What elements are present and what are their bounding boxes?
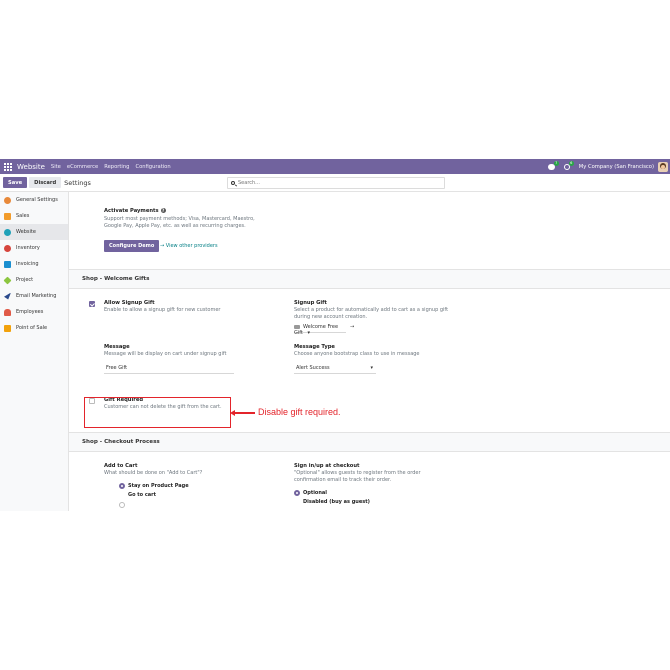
configure-demo-button[interactable]: Configure Demo [104, 240, 160, 252]
activity-clock-icon[interactable]: 6 [563, 160, 574, 170]
top-navbar: Website Site eCommerce Reporting Configu… [0, 159, 670, 174]
activity-badge: 6 [568, 160, 574, 166]
optional-radio[interactable] [294, 490, 300, 496]
app-brand[interactable]: Website [17, 163, 45, 171]
sidebar-item-label: Invoicing [16, 261, 39, 267]
sidebar-item-invoicing[interactable]: Invoicing [0, 256, 68, 272]
view-other-providers-link[interactable]: → View other providers [160, 243, 218, 249]
website-icon [4, 228, 11, 236]
sidebar-item-employees[interactable]: Employees [0, 304, 68, 320]
control-panel: Save Discard Settings [0, 174, 670, 192]
allow-signup-gift-checkbox[interactable] [89, 301, 95, 307]
signup-gift-field[interactable]: Welcome Free Gift ▾ [294, 324, 346, 336]
sign-in-checkout-title: Sign in/up at checkout [294, 463, 360, 469]
message-title: Message [104, 344, 130, 350]
add-to-cart-desc: What should be done on "Add to Cart"? [104, 470, 203, 476]
user-avatar[interactable] [658, 161, 668, 172]
project-icon [3, 276, 12, 284]
sidebar-item-general-settings[interactable]: General Settings [0, 192, 68, 208]
settings-sidebar: General Settings Sales Website Inventory… [0, 192, 69, 511]
general-settings-icon [4, 196, 11, 204]
save-button[interactable]: Save [3, 177, 28, 188]
inventory-icon [4, 244, 11, 252]
third-option-radio[interactable] [119, 502, 125, 508]
allow-signup-gift-title: Allow Signup Gift [104, 300, 155, 306]
stay-on-product-page-radio[interactable] [119, 483, 125, 489]
disabled-guest-label[interactable]: Disabled (buy as guest) [303, 499, 370, 505]
welcome-gifts-section-header: Shop - Welcome Gifts [69, 269, 670, 289]
search-box[interactable] [227, 177, 445, 189]
signup-gift-desc-2: during new account creation. [294, 314, 368, 320]
sidebar-item-label: Inventory [16, 245, 40, 251]
apps-grid-icon[interactable] [4, 162, 13, 171]
navbar-right: 7 6 My Company (San Francisco) [547, 159, 668, 174]
activate-payments-desc-1: Support most payment methods; Visa, Mast… [104, 216, 255, 222]
message-type-title: Message Type [294, 344, 335, 350]
menu-reporting[interactable]: Reporting [104, 164, 129, 170]
chat-icon[interactable]: 7 [547, 160, 559, 170]
sidebar-item-project[interactable]: Project [0, 272, 68, 288]
sign-in-checkout-desc-2: confirmation email to track their order. [294, 477, 392, 483]
point-of-sale-icon [4, 324, 11, 332]
message-type-select[interactable]: Alert Success ▾ [294, 365, 376, 374]
internal-link-arrow-icon[interactable]: → [350, 324, 354, 330]
checkout-section-header: Shop - Checkout Process [69, 432, 670, 452]
sidebar-item-label: General Settings [16, 197, 58, 203]
menu-configuration[interactable]: Configuration [135, 164, 170, 170]
dropdown-caret-icon[interactable]: ▾ [308, 330, 311, 336]
sidebar-item-label: Employees [16, 309, 44, 315]
message-desc: Message will be display on cart under si… [104, 351, 227, 357]
annotation-highlight-box [84, 397, 231, 428]
sidebar-item-label: Point of Sale [16, 325, 48, 331]
sign-in-checkout-desc-1: "Optional" allows guests to register fro… [294, 470, 421, 476]
sidebar-item-label: Website [16, 229, 36, 235]
invoicing-icon [4, 260, 11, 268]
employees-icon [4, 308, 11, 316]
add-to-cart-title: Add to Cart [104, 463, 138, 469]
search-icon [231, 181, 235, 185]
signup-gift-title: Signup Gift [294, 300, 327, 306]
message-value: Free Gift [106, 365, 128, 371]
page-title: Settings [64, 178, 91, 187]
message-type-desc: Choose anyone bootstrap class to use in … [294, 351, 420, 357]
sidebar-item-email-marketing[interactable]: Email Marketing [0, 288, 68, 304]
product-icon [294, 324, 300, 329]
help-icon[interactable]: ? [160, 208, 166, 213]
sidebar-item-label: Email Marketing [16, 293, 57, 299]
discard-button[interactable]: Discard [29, 177, 62, 188]
sidebar-item-sales[interactable]: Sales [0, 208, 68, 224]
email-marketing-icon [4, 292, 11, 300]
activate-payments-title: Activate Payments? [104, 208, 166, 214]
message-field[interactable]: Free Gift [104, 365, 234, 374]
sidebar-item-inventory[interactable]: Inventory [0, 240, 68, 256]
search-input[interactable] [238, 180, 428, 186]
allow-signup-gift-desc: Enable to allow a signup gift for new cu… [104, 307, 221, 313]
signup-gift-value: Welcome Free Gift [294, 324, 339, 336]
odoo-app: Website Site eCommerce Reporting Configu… [0, 159, 670, 511]
select-caret-icon: ▾ [370, 365, 373, 371]
sidebar-item-website[interactable]: Website [0, 224, 68, 240]
activate-payments-desc-2: Google Pay, Apple Pay, etc. as well as r… [104, 223, 246, 229]
sidebar-item-label: Sales [16, 213, 30, 219]
signup-gift-desc-1: Select a product for automatically add t… [294, 307, 449, 313]
checkout-panel: Add to Cart What should be done on "Add … [69, 452, 670, 511]
sidebar-item-point-of-sale[interactable]: Point of Sale [0, 320, 68, 336]
message-type-value: Alert Success [296, 365, 330, 371]
sidebar-item-label: Project [16, 277, 34, 283]
go-to-cart-label[interactable]: Go to cart [128, 492, 156, 498]
payments-panel: Activate Payments? Support most payment … [69, 192, 670, 269]
annotation-text: Disable gift required. [258, 407, 341, 417]
chat-badge: 7 [553, 160, 559, 166]
annotation-arrow [230, 410, 255, 415]
settings-content: Activate Payments? Support most payment … [69, 192, 670, 511]
optional-label[interactable]: Optional [303, 490, 327, 496]
menu-ecommerce[interactable]: eCommerce [67, 164, 98, 170]
company-switcher[interactable]: My Company (San Francisco) [579, 164, 654, 170]
menu-site[interactable]: Site [51, 164, 61, 170]
stay-on-product-page-label[interactable]: Stay on Product Page [128, 483, 189, 489]
sales-icon [4, 212, 11, 220]
